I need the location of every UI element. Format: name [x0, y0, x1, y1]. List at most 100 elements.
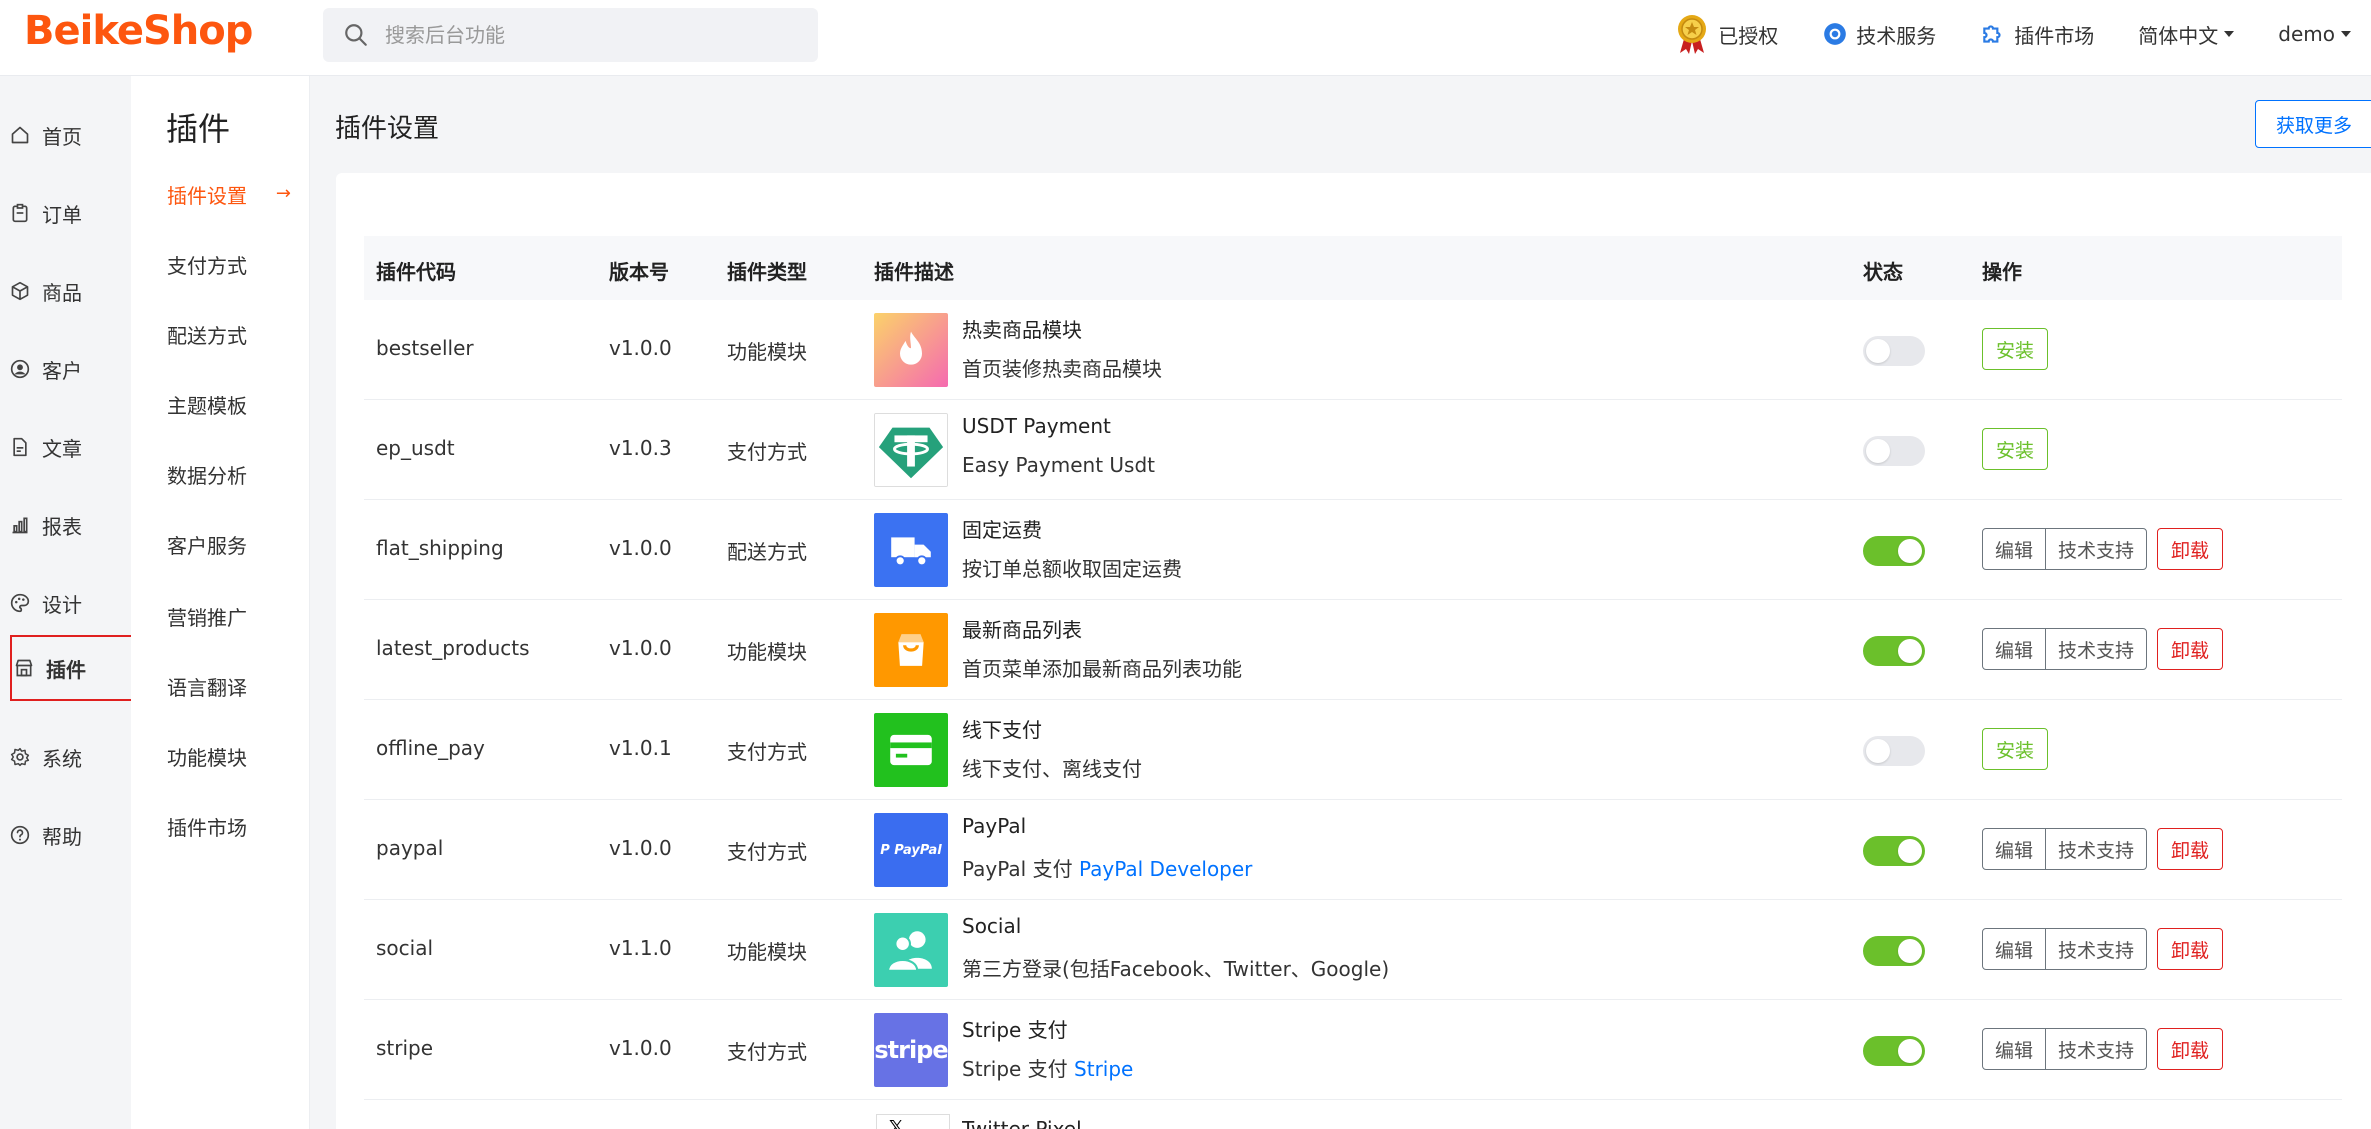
nav-item-reports[interactable]: 报表	[10, 496, 132, 554]
nav-item-system[interactable]: 系统	[10, 728, 132, 786]
nav-item-help[interactable]: 帮助	[10, 806, 132, 864]
gear-icon	[10, 747, 30, 767]
nav-label: 首页	[42, 124, 82, 149]
submenu-item-analytics[interactable]: 数据分析	[167, 460, 307, 489]
install-button[interactable]: 安装	[1982, 328, 2048, 370]
edit-button[interactable]: 编辑	[1982, 828, 2046, 870]
users-icon	[874, 913, 948, 987]
authorized-status[interactable]: 已授权	[1674, 13, 1778, 55]
plugin-type: 支付方式	[727, 840, 807, 864]
nav-item-design[interactable]: 设计	[10, 574, 132, 632]
card-icon	[874, 713, 948, 787]
submenu-item-themes[interactable]: 主题模板	[167, 390, 307, 419]
language-label: 简体中文	[2138, 23, 2219, 48]
toggle-knob	[1898, 1039, 1922, 1063]
plugin-name: 最新商品列表	[962, 618, 1082, 642]
developer-link[interactable]: PayPal Developer	[1079, 857, 1252, 881]
tech-service-link[interactable]: 技术服务	[1822, 20, 1936, 49]
plugin-code: paypal	[376, 836, 444, 860]
edit-button[interactable]: 编辑	[1982, 528, 2046, 570]
status-toggle[interactable]	[1863, 336, 1925, 366]
table-row: flat_shipping v1.0.0 配送方式 固定运费 按订单总额收取固定…	[364, 500, 2342, 600]
plugin-name: 固定运费	[962, 518, 1042, 542]
column-header: 状态	[1863, 260, 1903, 284]
palette-icon	[10, 593, 30, 613]
submenu-item-plugin-settings[interactable]: 插件设置 →	[167, 180, 307, 209]
status-toggle[interactable]	[1863, 1036, 1925, 1066]
uninstall-button[interactable]: 卸载	[2157, 1028, 2223, 1070]
edit-button[interactable]: 编辑	[1982, 1028, 2046, 1070]
authorized-label: 已授权	[1718, 23, 1779, 48]
tech-support-button[interactable]: 技术支持	[2045, 928, 2147, 970]
logo[interactable]: BeikeShop	[24, 8, 253, 54]
medal-icon	[1678, 15, 1707, 54]
plugin-code: stripe	[376, 1036, 434, 1060]
uninstall-button[interactable]: 卸载	[2157, 928, 2223, 970]
search-input[interactable]	[385, 23, 785, 47]
plugin-version: v1.1.0	[609, 936, 672, 960]
language-dropdown[interactable]: 简体中文	[2138, 20, 2235, 49]
plugin-description: 首页菜单添加最新商品列表功能	[962, 657, 1242, 681]
submenu-item-translation[interactable]: 语言翻译	[167, 672, 307, 701]
uninstall-button[interactable]: 卸载	[2157, 628, 2223, 670]
nav-item-products[interactable]: 商品	[10, 262, 132, 320]
toggle-knob	[1898, 939, 1922, 963]
plugin-code: bestseller	[376, 336, 474, 360]
uninstall-button[interactable]: 卸载	[2157, 828, 2223, 870]
clipboard-icon	[12, 203, 28, 223]
install-button[interactable]: 安装	[1982, 428, 2048, 470]
plugin-description: 第三方登录(包括Facebook、Twitter、Google)	[962, 957, 1390, 981]
table-row: latest_products v1.0.0 功能模块 最新商品列表 首页菜单添…	[364, 600, 2342, 700]
plugin-market-link[interactable]: 插件市场	[1980, 20, 2094, 49]
edit-button[interactable]: 编辑	[1982, 628, 2046, 670]
developer-link[interactable]: Stripe	[1074, 1057, 1133, 1081]
toggle-knob	[1866, 739, 1890, 763]
nav-label: 设计	[42, 592, 82, 617]
submenu-item-customer-service[interactable]: 客户服务	[167, 530, 307, 559]
toggle-knob	[1866, 439, 1890, 463]
nav-label: 系统	[42, 746, 82, 771]
nav-item-customers[interactable]: 客户	[10, 340, 132, 398]
nav-label: 客户	[42, 358, 82, 383]
status-toggle[interactable]	[1863, 436, 1925, 466]
plugin-description: 按订单总额收取固定运费	[962, 557, 1182, 581]
status-toggle[interactable]	[1863, 536, 1925, 566]
get-more-button[interactable]: 获取更多	[2255, 100, 2371, 148]
shop-icon	[15, 659, 33, 677]
plugin-type: 支付方式	[727, 1040, 807, 1064]
user-dropdown[interactable]: demo	[2278, 22, 2351, 46]
tether-icon	[874, 413, 948, 487]
plugin-version: v1.0.3	[609, 436, 672, 460]
table-row: ep_usdt v1.0.3 支付方式 USDT Payment Easy Pa…	[364, 400, 2342, 500]
install-button[interactable]: 安装	[1982, 728, 2048, 770]
nav-item-plugins[interactable]: 插件	[10, 635, 133, 701]
nav-label: 订单	[42, 202, 82, 227]
nav-item-home[interactable]: 首页	[10, 106, 132, 164]
status-toggle[interactable]	[1863, 836, 1925, 866]
toggle-knob	[1898, 839, 1922, 863]
nav-label: 报表	[42, 514, 82, 539]
toggle-knob	[1898, 539, 1922, 563]
submenu-item-market[interactable]: 插件市场	[167, 812, 307, 841]
tech-support-button[interactable]: 技术支持	[2045, 1028, 2147, 1070]
left-navigation: 首页 订单 商品 客户 文章 报表 设计 插件 系统 帮助	[0, 76, 133, 1129]
submenu-item-marketing[interactable]: 营销推广	[167, 602, 307, 631]
tech-support-button[interactable]: 技术支持	[2045, 628, 2147, 670]
status-toggle[interactable]	[1863, 736, 1925, 766]
tech-support-button[interactable]: 技术支持	[2045, 828, 2147, 870]
uninstall-button[interactable]: 卸载	[2157, 528, 2223, 570]
tech-support-button[interactable]: 技术支持	[2045, 528, 2147, 570]
submenu-item-payment[interactable]: 支付方式	[167, 250, 307, 279]
status-toggle[interactable]	[1863, 636, 1925, 666]
edit-button[interactable]: 编辑	[1982, 928, 2046, 970]
status-toggle[interactable]	[1863, 936, 1925, 966]
search-bar[interactable]	[323, 8, 818, 62]
nav-item-orders[interactable]: 订单	[10, 184, 132, 242]
submenu-item-modules[interactable]: 功能模块	[167, 742, 307, 771]
question-icon	[10, 825, 30, 845]
submenu-item-shipping[interactable]: 配送方式	[167, 320, 307, 349]
nav-label: 文章	[42, 436, 82, 461]
plugin-name: Stripe 支付	[962, 1018, 1068, 1042]
nav-item-articles[interactable]: 文章	[10, 418, 132, 476]
truck-icon	[874, 513, 948, 587]
